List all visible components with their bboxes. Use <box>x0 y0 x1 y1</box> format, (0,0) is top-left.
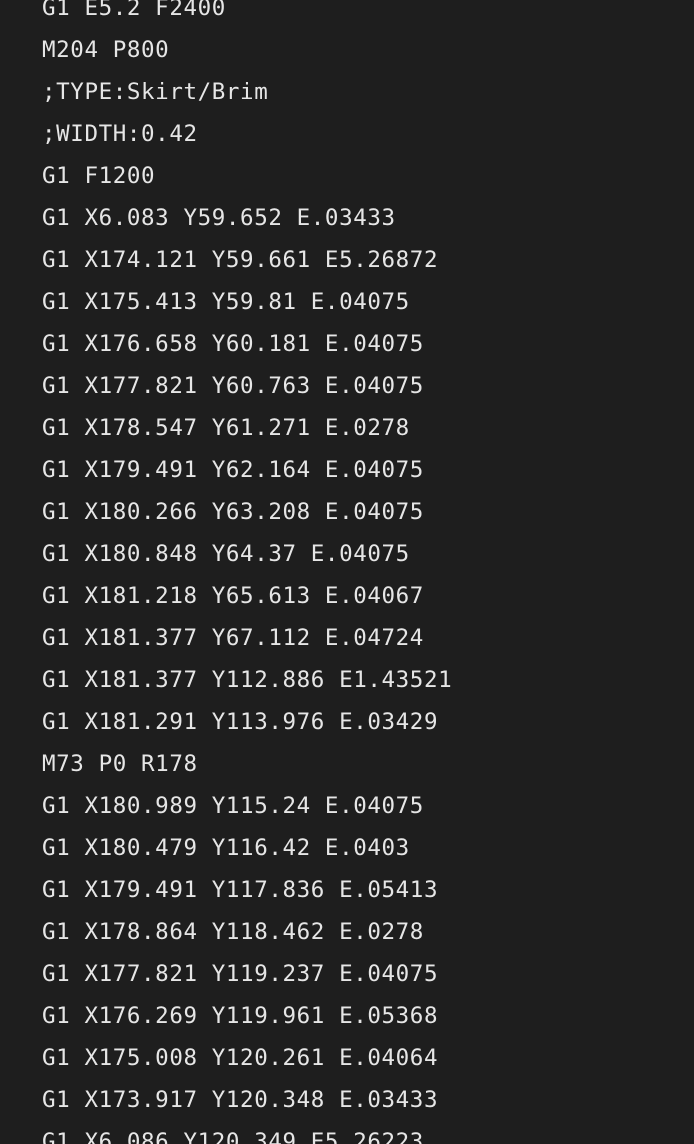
code-line[interactable]: G1 X180.848 Y64.37 E.04075 <box>42 533 452 575</box>
code-line[interactable]: G1 X179.491 Y62.164 E.04075 <box>42 449 452 491</box>
code-line[interactable]: G1 F1200 <box>42 155 452 197</box>
code-line[interactable]: G1 X179.491 Y117.836 E.05413 <box>42 869 452 911</box>
code-line[interactable]: G1 X175.413 Y59.81 E.04075 <box>42 281 452 323</box>
code-line[interactable]: G1 X181.377 Y112.886 E1.43521 <box>42 659 452 701</box>
code-line[interactable]: ;WIDTH:0.42 <box>42 113 452 155</box>
code-line[interactable]: M73 P0 R178 <box>42 743 452 785</box>
gcode-editor[interactable]: G1 E5.2 F2400 M204 P800 ;TYPE:Skirt/Brim… <box>0 0 694 1144</box>
code-line[interactable]: G1 X181.377 Y67.112 E.04724 <box>42 617 452 659</box>
code-line[interactable]: G1 X176.269 Y119.961 E.05368 <box>42 995 452 1037</box>
code-line[interactable]: G1 X174.121 Y59.661 E5.26872 <box>42 239 452 281</box>
code-line[interactable]: G1 X178.864 Y118.462 E.0278 <box>42 911 452 953</box>
code-line[interactable]: M204 P800 <box>42 29 452 71</box>
code-line[interactable]: G1 E5.2 F2400 <box>42 0 452 29</box>
code-line[interactable]: G1 X176.658 Y60.181 E.04075 <box>42 323 452 365</box>
code-line[interactable]: G1 X6.083 Y59.652 E.03433 <box>42 197 452 239</box>
code-line[interactable]: G1 X6.086 Y120.349 E5.26223 <box>42 1121 452 1144</box>
code-line[interactable]: G1 X177.821 Y119.237 E.04075 <box>42 953 452 995</box>
code-lines: G1 E5.2 F2400 M204 P800 ;TYPE:Skirt/Brim… <box>42 0 452 1144</box>
code-line[interactable]: ;TYPE:Skirt/Brim <box>42 71 452 113</box>
code-line[interactable]: G1 X175.008 Y120.261 E.04064 <box>42 1037 452 1079</box>
code-line[interactable]: G1 X180.989 Y115.24 E.04075 <box>42 785 452 827</box>
code-line[interactable]: G1 X181.218 Y65.613 E.04067 <box>42 575 452 617</box>
code-line[interactable]: G1 X180.266 Y63.208 E.04075 <box>42 491 452 533</box>
code-line[interactable]: G1 X180.479 Y116.42 E.0403 <box>42 827 452 869</box>
code-line[interactable]: G1 X181.291 Y113.976 E.03429 <box>42 701 452 743</box>
code-line[interactable]: G1 X177.821 Y60.763 E.04075 <box>42 365 452 407</box>
code-line[interactable]: G1 X178.547 Y61.271 E.0278 <box>42 407 452 449</box>
code-line[interactable]: G1 X173.917 Y120.348 E.03433 <box>42 1079 452 1121</box>
